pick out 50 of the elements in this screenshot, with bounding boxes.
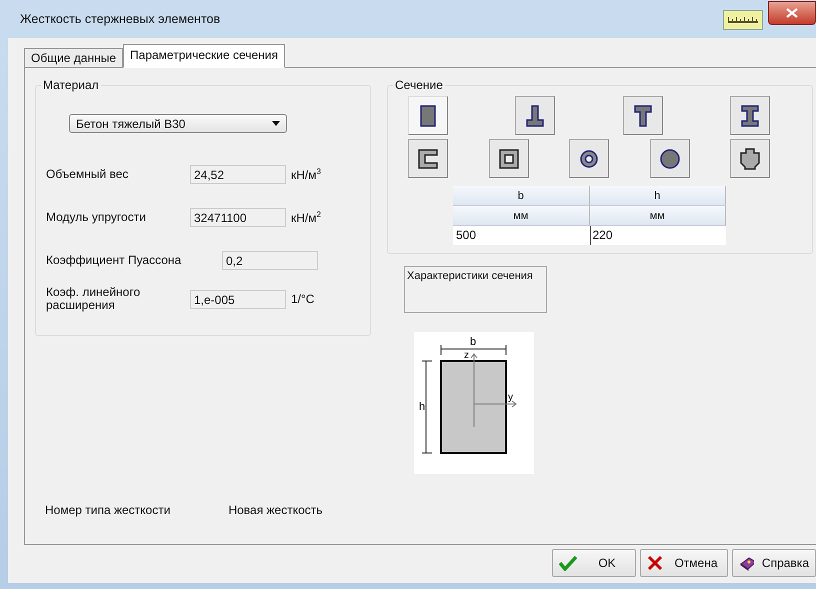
section-shape-button[interactable] xyxy=(408,139,448,178)
section-shape-button[interactable] xyxy=(730,96,770,135)
channel-section-icon xyxy=(416,146,440,170)
tab[interactable]: Общие данные xyxy=(24,48,124,67)
property-label: Модуль упругости xyxy=(46,211,147,224)
unit-label: 1/°C xyxy=(291,292,314,306)
stiffness-value: Новая жесткость xyxy=(228,503,323,517)
unit-label: кН/м$^{2}$ xyxy=(291,210,321,225)
cancel-button[interactable]: Отмена xyxy=(640,549,728,577)
caret-icon xyxy=(272,121,280,126)
cross-section-icon xyxy=(738,146,762,170)
help-button[interactable]: Справка xyxy=(732,549,816,577)
unit-header: мм xyxy=(590,206,726,226)
section-shape-button[interactable] xyxy=(488,139,528,178)
section-properties-button[interactable]: Характеристики сечения xyxy=(404,266,547,313)
checkmark-icon xyxy=(559,555,577,571)
circle-section-icon xyxy=(658,146,682,170)
property-label: Коэф. линейного расширения xyxy=(46,286,142,312)
section-shape-button[interactable] xyxy=(650,139,690,178)
stiffness-label: Номер типа жесткости xyxy=(45,503,170,517)
ok-button[interactable]: OK xyxy=(552,549,636,577)
section-shape-button[interactable] xyxy=(515,96,556,135)
property-label: Объемный вес xyxy=(46,168,130,181)
group-title: Сечение xyxy=(394,78,444,92)
tab[interactable]: Параметрические сечения xyxy=(123,44,285,68)
unit-header: мм xyxy=(453,206,590,226)
ruler-button[interactable] xyxy=(723,10,763,30)
section-diagram: b h z y xyxy=(414,332,534,474)
box-section-icon xyxy=(496,146,520,170)
property-label: Коэффициент Пуассона xyxy=(46,254,182,267)
column-header: h xyxy=(590,186,726,206)
unit-label: кН/м$^{3}$ xyxy=(291,167,321,182)
close-icon xyxy=(786,8,798,18)
section-shape-button[interactable] xyxy=(730,139,770,178)
group-title: Материал xyxy=(42,78,100,92)
dimension-input[interactable]: 500 xyxy=(453,226,590,245)
close-button[interactable] xyxy=(768,1,816,25)
property-field[interactable]: 1,e-005 xyxy=(190,290,286,308)
material-dropdown[interactable]: Бетон тяжелый В30 xyxy=(69,114,287,133)
property-field[interactable]: 32471100 xyxy=(190,208,286,227)
ruler-icon xyxy=(728,16,758,24)
property-field[interactable]: 24,52 xyxy=(190,165,286,184)
book-icon xyxy=(739,555,754,571)
column-header: b xyxy=(453,186,590,206)
dimension-input[interactable]: 220 xyxy=(590,226,726,245)
window-title: Жесткость стержневых элементов xyxy=(20,12,222,26)
section-shape-button[interactable] xyxy=(622,96,663,135)
cross-icon xyxy=(647,555,663,571)
section-shape-button[interactable] xyxy=(569,139,609,178)
property-field[interactable]: 0,2 xyxy=(222,251,318,270)
